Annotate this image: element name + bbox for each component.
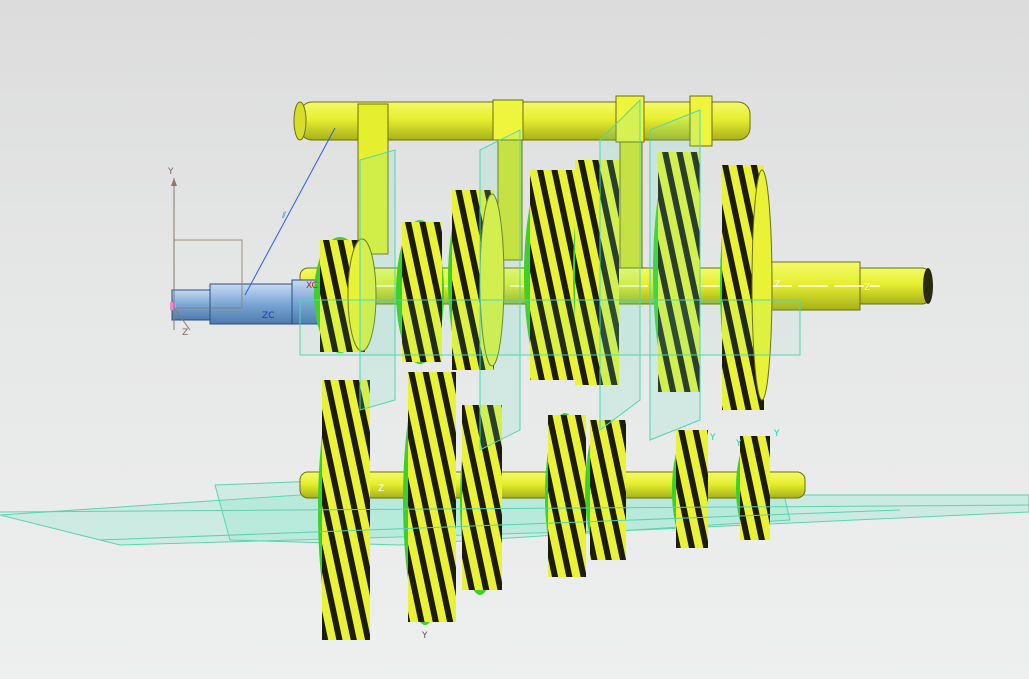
gearbox-model[interactable]: ⫽ Y Z ZC XC Z Z Y Y Y Y Z [0, 0, 1029, 679]
axis-label-y: Y [167, 167, 174, 177]
axis-label-z: Z [182, 328, 188, 338]
gear-7 [720, 165, 773, 410]
dimension-symbol-icon: ⫽ [281, 211, 286, 221]
gear-12 [585, 420, 626, 560]
gear-11 [545, 413, 586, 577]
axis-y-gear-2: Y [735, 439, 742, 449]
xc-label: XC [306, 281, 318, 291]
axis-y-gear-3: Y [773, 429, 780, 439]
gear-13 [672, 430, 708, 548]
axis-y-gear-1: Y [709, 433, 716, 443]
zc-label: ZC [262, 311, 274, 321]
graphics-viewport[interactable]: ⫽ Y Z ZC XC Z Z Y Y Y Y Z [0, 0, 1029, 679]
axis-z-bottom: Z [378, 484, 384, 494]
axis-z-top: Z [774, 280, 780, 290]
axis-z-right: Z [864, 283, 870, 293]
gear-14 [736, 436, 770, 540]
axis-y-bottom: Y [421, 631, 428, 641]
gear-9 [403, 372, 456, 625]
input-shaft-selected[interactable] [170, 279, 323, 325]
